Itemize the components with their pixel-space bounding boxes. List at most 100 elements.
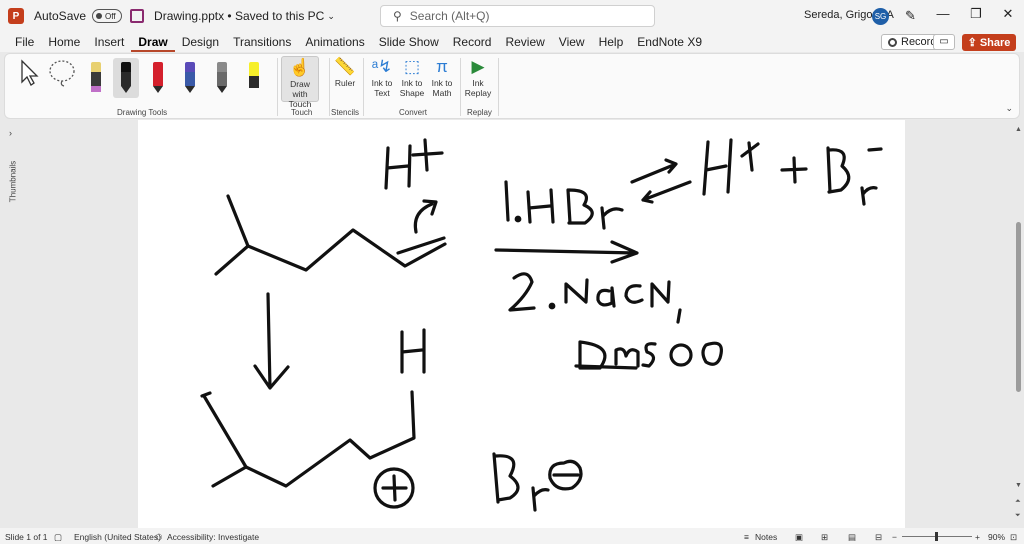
notes-button[interactable]: Notes bbox=[755, 532, 777, 542]
lasso-icon bbox=[49, 60, 75, 87]
highlighter-tan-tool[interactable] bbox=[83, 58, 109, 96]
ruler-icon: 📏 bbox=[334, 57, 356, 76]
highlighter-yellow-tool[interactable] bbox=[241, 58, 267, 96]
touch-group-label: Touch bbox=[291, 108, 313, 117]
ink-to-math-label: Ink to Math bbox=[431, 78, 453, 98]
ink-to-text-icon: ᵃ↯ bbox=[371, 57, 393, 76]
ink-drawing[interactable] bbox=[138, 120, 905, 528]
comment-icon: ▭ bbox=[939, 36, 949, 47]
tab-record[interactable]: Record bbox=[446, 32, 499, 52]
stencils-group-label: Stencils bbox=[331, 108, 360, 117]
replay-group-label: Replay bbox=[467, 108, 492, 117]
ink-to-math-icon: π bbox=[436, 57, 448, 76]
draw-ribbon: Drawing Tools ☝ Draw with Touch Touch 📏 … bbox=[4, 53, 1020, 119]
fit-slide-icon[interactable]: ⊡ bbox=[1010, 532, 1017, 543]
autosave-state: Off bbox=[105, 11, 116, 21]
minimize-button[interactable]: — bbox=[933, 6, 953, 21]
tab-draw[interactable]: Draw bbox=[131, 32, 175, 52]
tab-design[interactable]: Design bbox=[175, 32, 226, 52]
ink-replay-button[interactable]: ▶ Ink Replay bbox=[464, 56, 492, 98]
tab-file[interactable]: File bbox=[8, 32, 41, 52]
close-button[interactable]: ✕ bbox=[998, 6, 1018, 22]
tab-animations[interactable]: Animations bbox=[298, 32, 371, 52]
select-arrow-icon bbox=[21, 59, 39, 86]
vertical-scrollbar[interactable]: ▲ ▼ ⏶ ⏷ bbox=[1013, 122, 1024, 527]
slide-sorter-icon[interactable]: ⊞ bbox=[821, 532, 828, 543]
autosave-toggle[interactable]: Off bbox=[92, 9, 123, 23]
comments-button[interactable]: ▭ bbox=[933, 34, 955, 50]
spelling-icon[interactable]: ▢ bbox=[54, 532, 62, 543]
pen-icon[interactable]: ✎ bbox=[905, 8, 916, 24]
ink-to-shape-label: Ink to Shape bbox=[399, 78, 425, 98]
restore-button[interactable]: ❐ bbox=[966, 6, 986, 22]
next-slide-icon[interactable]: ⏷ bbox=[1015, 512, 1021, 520]
pen-color-swatch bbox=[217, 62, 227, 72]
pen-black-tool[interactable] bbox=[113, 58, 139, 98]
zoom-slider-knob[interactable] bbox=[935, 532, 938, 541]
scroll-down-icon[interactable]: ▼ bbox=[1015, 482, 1022, 489]
share-label: Share bbox=[979, 36, 1011, 49]
autosave-label: AutoSave bbox=[34, 9, 87, 23]
language-status[interactable]: English (United States) bbox=[74, 532, 161, 542]
pencil-gray-tool[interactable] bbox=[209, 58, 235, 96]
share-icon: ⇪ bbox=[967, 37, 977, 49]
thumbnails-pane[interactable]: › Thumbnails bbox=[0, 122, 24, 527]
tab-view[interactable]: View bbox=[552, 32, 592, 52]
pen-galaxy-tool[interactable] bbox=[177, 58, 203, 96]
accessibility-icon[interactable]: ⚇ bbox=[155, 532, 163, 543]
notes-icon[interactable]: ≡ bbox=[744, 532, 749, 542]
tab-review[interactable]: Review bbox=[498, 32, 551, 52]
ink-to-shape-button[interactable]: ⬚ Ink to Shape bbox=[397, 56, 427, 98]
pen-color-swatch bbox=[91, 62, 101, 72]
pen-red-tool[interactable] bbox=[145, 58, 171, 96]
search-placeholder: Search (Alt+Q) bbox=[409, 9, 490, 23]
pen-color-swatch bbox=[153, 62, 163, 72]
share-button[interactable]: ⇪ Share bbox=[962, 34, 1016, 51]
ink-to-math-button[interactable]: π Ink to Math bbox=[427, 56, 457, 98]
reading-view-icon[interactable]: ▤ bbox=[848, 532, 856, 543]
pen-color-swatch bbox=[121, 62, 131, 72]
tab-endnote[interactable]: EndNote X9 bbox=[630, 32, 709, 52]
ruler-button[interactable]: 📏 Ruler bbox=[333, 56, 357, 88]
record-icon bbox=[888, 37, 897, 47]
ink-to-text-button[interactable]: ᵃ↯ Ink to Text bbox=[367, 56, 397, 98]
convert-group-label: Convert bbox=[399, 108, 428, 117]
record-label: Record bbox=[901, 36, 937, 48]
pen-color-swatch bbox=[185, 62, 195, 72]
avatar[interactable]: SG bbox=[872, 8, 889, 25]
chevron-right-icon[interactable]: › bbox=[9, 128, 12, 138]
lasso-select-tool[interactable] bbox=[49, 58, 75, 96]
search-icon: ⚲ bbox=[393, 9, 402, 23]
ink-replay-label: Ink Replay bbox=[464, 78, 492, 98]
thumbnails-label: Thumbnails bbox=[8, 160, 18, 203]
normal-view-icon[interactable]: ▣ bbox=[795, 532, 803, 543]
accessibility-status[interactable]: Accessibility: Investigate bbox=[167, 532, 259, 542]
tab-home[interactable]: Home bbox=[41, 32, 87, 52]
drawing-tools-label: Drawing Tools bbox=[117, 108, 168, 117]
touch-hand-icon: ☝ bbox=[289, 58, 311, 77]
previous-slide-icon[interactable]: ⏶ bbox=[1015, 498, 1021, 506]
save-icon[interactable] bbox=[130, 9, 145, 23]
zoom-out-icon[interactable]: − bbox=[892, 532, 897, 542]
pen-color-swatch bbox=[249, 62, 259, 76]
tab-transitions[interactable]: Transitions bbox=[226, 32, 298, 52]
collapse-ribbon-icon[interactable]: ⌄ bbox=[1005, 103, 1013, 114]
ribbon-tabs: File Home Insert Draw Design Transitions… bbox=[0, 32, 1024, 52]
tab-slide-show[interactable]: Slide Show bbox=[372, 32, 446, 52]
slide-canvas[interactable] bbox=[138, 120, 905, 528]
tab-help[interactable]: Help bbox=[592, 32, 631, 52]
scroll-up-icon[interactable]: ▲ bbox=[1015, 126, 1022, 133]
chevron-down-icon[interactable]: ⌄ bbox=[327, 11, 335, 22]
replay-icon: ▶ bbox=[471, 57, 485, 76]
scrollbar-thumb[interactable] bbox=[1016, 222, 1021, 392]
zoom-in-icon[interactable]: + bbox=[975, 532, 980, 542]
ink-to-text-label: Ink to Text bbox=[371, 78, 393, 98]
draw-with-touch-button[interactable]: ☝ Draw with Touch bbox=[281, 56, 319, 109]
tab-insert[interactable]: Insert bbox=[87, 32, 131, 52]
slide-count: Slide 1 of 1 bbox=[5, 532, 48, 542]
search-input[interactable]: ⚲ Search (Alt+Q) bbox=[380, 5, 655, 27]
slide-show-icon[interactable]: ⊟ bbox=[875, 532, 882, 543]
document-filename[interactable]: Drawing.pptx • Saved to this PC bbox=[154, 9, 324, 23]
zoom-level[interactable]: 90% bbox=[988, 532, 1005, 542]
select-tool[interactable] bbox=[15, 58, 41, 96]
